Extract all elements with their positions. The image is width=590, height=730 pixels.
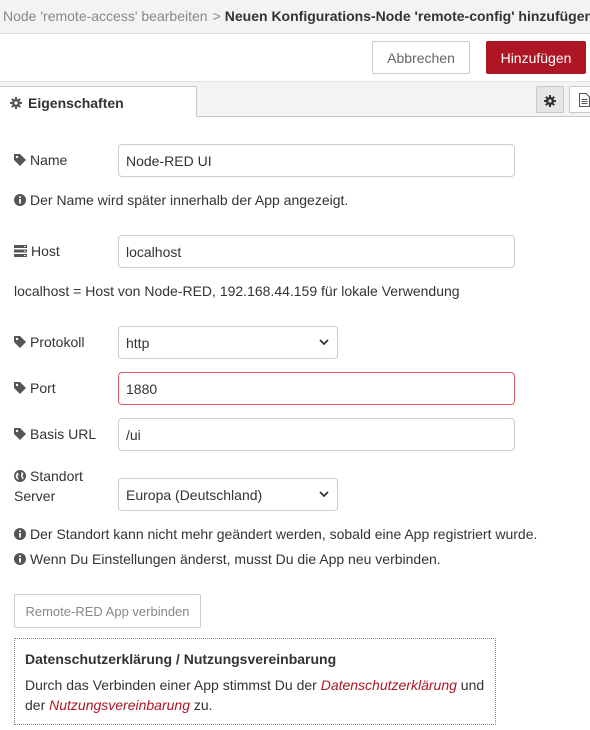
cog-icon: [544, 94, 556, 110]
host-input[interactable]: [118, 235, 515, 268]
base-url-label: Basis URL: [14, 426, 96, 442]
tab-description[interactable]: [569, 86, 590, 113]
server-location-select[interactable]: Europa (Deutschland): [118, 478, 338, 511]
cancel-button[interactable]: Abbrechen: [372, 41, 470, 74]
breadcrumb-separator: >: [212, 8, 221, 24]
tab-bar: Eigenschaften: [0, 82, 590, 117]
name-input[interactable]: [118, 144, 515, 177]
host-hint: localhost = Host von Node-RED, 192.168.4…: [14, 283, 460, 299]
protocol-label: Protokoll: [14, 334, 84, 350]
document-icon: [579, 93, 590, 110]
privacy-text: Durch das Verbinden einer App stimmst Du…: [25, 677, 485, 713]
reconnect-note: Wenn Du Einstellungen änderst, musst Du …: [14, 551, 441, 567]
host-label: Host: [14, 243, 60, 259]
server-icon: [14, 245, 27, 257]
connect-app-button[interactable]: Remote-RED App verbinden: [14, 594, 201, 628]
tab-properties-label: Eigenschaften: [28, 95, 124, 111]
cog-icon: [10, 96, 22, 112]
server-location-value: Europa (Deutschland): [126, 487, 263, 503]
port-label: Port: [14, 380, 56, 396]
info-icon: [14, 194, 26, 206]
tab-settings[interactable]: [536, 86, 564, 113]
terms-of-use-link[interactable]: Nutzungsvereinbarung: [49, 697, 190, 713]
breadcrumb: Node 'remote-access' bearbeiten > Neuen Ko…: [0, 0, 590, 34]
location-note: Der Standort kann nicht mehr geändert we…: [14, 526, 537, 542]
tag-icon: [14, 336, 26, 348]
info-icon: [14, 553, 26, 565]
server-location-label: Standort Server: [14, 468, 83, 504]
breadcrumb-current: Neuen Konfigurations-Node 'remote-config…: [224, 8, 590, 24]
info-icon: [14, 528, 26, 540]
protocol-value: http: [126, 335, 150, 351]
privacy-policy-link[interactable]: Datenschutzerklärung: [321, 677, 457, 693]
privacy-box: Datenschutzerklärung / Nutzungsvereinbar…: [14, 638, 496, 725]
tag-icon: [14, 154, 26, 166]
name-hint: Der Name wird später innerhalb der App a…: [14, 192, 348, 208]
port-input[interactable]: [118, 372, 515, 405]
privacy-title: Datenschutzerklärung / Nutzungsvereinbar…: [25, 651, 337, 667]
breadcrumb-previous[interactable]: Node 'remote-access' bearbeiten: [3, 8, 208, 24]
add-button[interactable]: Hinzufügen: [486, 41, 586, 74]
globe-icon: [14, 470, 26, 482]
protocol-select[interactable]: http: [118, 326, 338, 359]
name-label: Name: [14, 152, 67, 168]
dialog-toolbar: Abbrechen Hinzufügen: [0, 34, 590, 82]
base-url-input[interactable]: [118, 418, 515, 451]
tag-icon: [14, 428, 26, 440]
chevron-down-icon: [319, 339, 329, 346]
chevron-down-icon: [319, 491, 329, 498]
tab-properties[interactable]: Eigenschaften: [0, 86, 197, 117]
tag-icon: [14, 382, 26, 394]
